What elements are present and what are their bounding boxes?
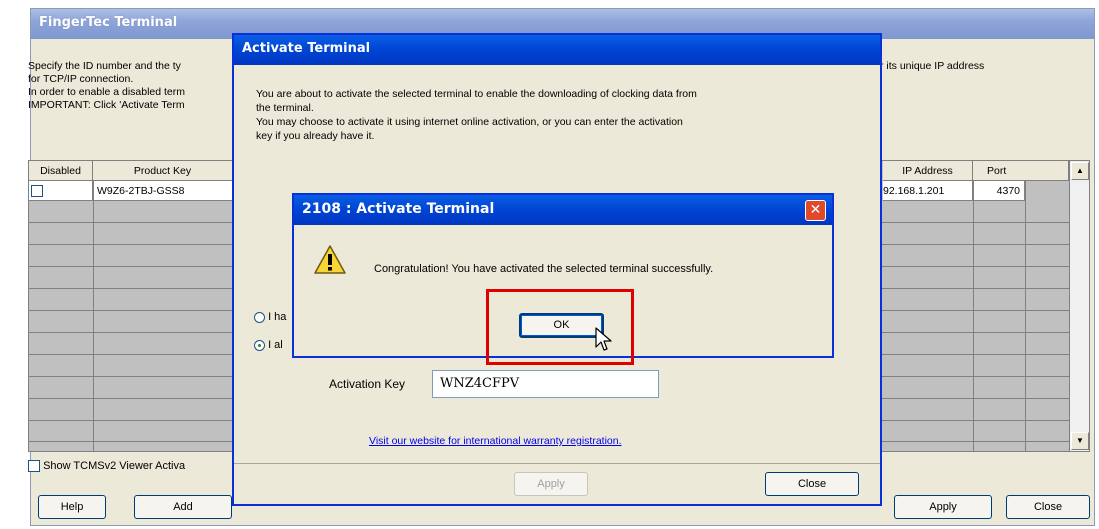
col-header-port[interactable]: Port — [973, 161, 1069, 181]
radio-have-key-icon[interactable] — [254, 339, 265, 351]
success-message-box: 2108 : Activate Terminal ✕ Congratulatio… — [292, 193, 834, 365]
desc-line-4: IMPORTANT: Click 'Activate Term — [28, 99, 185, 111]
row1-ip-address[interactable]: 92.168.1.201 — [883, 181, 973, 201]
grid-col-line — [93, 181, 94, 451]
activate-text-line-3: You may choose to activate it using inte… — [256, 116, 683, 128]
row1-disabled-checkbox[interactable] — [31, 185, 43, 198]
help-button[interactable]: Help — [38, 495, 106, 519]
show-viewer-option[interactable]: Show TCMSv2 Viewer Activa — [28, 460, 186, 473]
activate-dialog-title: Activate Terminal — [242, 41, 371, 56]
radio-online-icon[interactable] — [254, 311, 265, 323]
row1-product-key[interactable]: W9Z6-2TBJ-GSS8 — [93, 181, 233, 201]
main-close-button[interactable]: Close — [1006, 495, 1090, 519]
main-description: Specify the ID number and the ty for TCP… — [28, 60, 243, 112]
activate-text-line-1: You are about to activate the selected t… — [256, 88, 697, 100]
grid-col-line — [973, 181, 974, 451]
activate-apply-button[interactable]: Apply — [514, 472, 588, 496]
add-button[interactable]: Add — [134, 495, 232, 519]
main-window-title: FingerTec Terminal — [39, 15, 178, 30]
activate-text-line-4: key if you already have it. — [256, 130, 375, 142]
activate-text-line-2: the terminal. — [256, 102, 314, 114]
main-description-right: r its unique IP address — [880, 60, 985, 72]
activation-key-input[interactable]: WNZ4CFPV — [432, 370, 659, 398]
show-viewer-checkbox[interactable] — [28, 460, 40, 473]
show-viewer-label: Show TCMSv2 Viewer Activa — [43, 460, 186, 472]
success-message: Congratulation! You have activated the s… — [374, 263, 714, 275]
activate-close-button[interactable]: Close — [765, 472, 859, 496]
message-box-title: 2108 : Activate Terminal — [302, 201, 495, 217]
main-apply-button[interactable]: Apply — [894, 495, 992, 519]
warning-icon — [314, 245, 346, 274]
radio-have-key[interactable]: I al — [254, 339, 283, 351]
warranty-registration-link[interactable]: Visit our website for international warr… — [369, 435, 622, 447]
grid-scrollbar[interactable]: ▲ ▼ — [1069, 161, 1089, 451]
grid-col-line — [1025, 181, 1026, 451]
activate-description: You are about to activate the selected t… — [256, 87, 866, 143]
radio-have-key-label: I al — [268, 339, 283, 351]
scroll-up-icon[interactable]: ▲ — [1071, 162, 1089, 180]
desc-line-2: for TCP/IP connection. — [28, 73, 134, 85]
row1-port[interactable]: 4370 — [973, 181, 1025, 201]
close-icon[interactable]: ✕ — [805, 200, 826, 221]
radio-online-label: I ha — [268, 311, 287, 323]
activation-key-label: Activation Key — [329, 377, 406, 391]
mouse-pointer-icon — [595, 327, 612, 351]
scroll-down-icon[interactable]: ▼ — [1071, 432, 1089, 450]
activate-title-bar[interactable]: Activate Terminal — [234, 35, 880, 65]
radio-online-activation[interactable]: I ha — [254, 311, 286, 323]
desc-line-3: In order to enable a disabled term — [28, 86, 186, 98]
ok-button[interactable]: OK — [519, 313, 604, 338]
desc-line-1: Specify the ID number and the ty — [28, 60, 181, 72]
col-header-disabled[interactable]: Disabled — [29, 161, 93, 181]
col-header-ip-address[interactable]: IP Address — [883, 161, 973, 181]
message-title-bar[interactable]: 2108 : Activate Terminal ✕ — [294, 195, 832, 225]
row1-disabled-cell[interactable] — [29, 181, 93, 201]
col-header-product-key[interactable]: Product Key — [93, 161, 233, 181]
